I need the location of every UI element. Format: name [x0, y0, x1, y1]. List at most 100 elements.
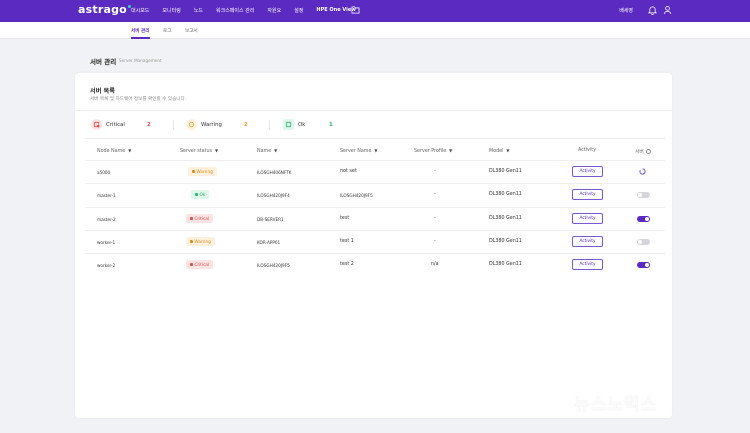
col-label: Node Name	[97, 149, 126, 154]
menu-item-node[interactable]: 노드	[194, 7, 203, 14]
col-label: Server Profile	[414, 149, 447, 154]
status-dot	[190, 263, 193, 266]
cell-server-name: ILOSGH420J9F5	[340, 193, 373, 198]
toggle-knob	[638, 193, 642, 197]
server-list-card: 서버 목록 서버 목록 및 하드웨어 정보를 확인할 수 있습니다. Criti…	[75, 73, 672, 418]
tab-server-management[interactable]: 서버 관리	[131, 28, 150, 34]
col-server-profile[interactable]: Server Profile ▼	[414, 148, 452, 154]
astrago-logo[interactable]: astrago	[78, 3, 131, 16]
cell-server-profile: -	[434, 169, 436, 174]
page-subtitle: Server Management	[119, 58, 162, 63]
loading-spinner-icon	[639, 168, 646, 175]
cell-node-name: worker-2	[97, 263, 116, 268]
info-icon[interactable]	[645, 149, 651, 154]
table-row: master-2 Critical DB-SERVER1 test - DL38…	[85, 207, 665, 230]
external-link-icon[interactable]	[351, 6, 360, 14]
tab-report[interactable]: 보고서	[185, 28, 198, 34]
cell-name: KOR-APP01	[257, 240, 281, 245]
table-header: Node Name ▼ Server status ▼ Name ▼ Server N…	[85, 143, 665, 159]
cell-server-name: test	[340, 216, 350, 221]
status-badge: Critical	[186, 214, 214, 223]
summary-warning-label: Warring	[201, 122, 222, 128]
cell-node-name: master-1	[97, 193, 116, 198]
col-server-name[interactable]: Server Name ▼	[340, 148, 378, 154]
activity-button[interactable]: Activity	[572, 189, 603, 200]
bell-icon[interactable]	[648, 5, 657, 15]
activity-button[interactable]: Activity	[572, 236, 603, 247]
col-label: Server Name	[340, 149, 372, 154]
summary-divider	[269, 120, 270, 130]
summary-ok-label: Ok	[298, 122, 306, 128]
menu-item-workspace[interactable]: 워크스페이스 관리	[216, 7, 254, 14]
cell-server-name: test 2	[340, 262, 354, 267]
col-name[interactable]: Name ▼	[257, 148, 277, 154]
status-dot	[192, 170, 195, 173]
toggle-knob	[638, 240, 642, 244]
cell-node-name: master-2	[97, 217, 116, 222]
summary-ok-count: 1	[329, 122, 333, 128]
status-text: Ok	[199, 192, 206, 197]
activity-button[interactable]: Activity	[572, 166, 603, 177]
main-menu: 대시보드 모니터링 노드 워크스페이스 관리 자원요 설정 HPE One Vi…	[131, 7, 369, 14]
status-badge: Warring	[186, 237, 215, 246]
status-dot	[190, 217, 193, 220]
menu-item-monitoring[interactable]: 모니터링	[162, 7, 180, 14]
menu-item-resource[interactable]: 자원요	[267, 7, 281, 14]
sort-arrow-icon[interactable]: ▼	[128, 148, 131, 153]
menu-item-dashboard[interactable]: 대시보드	[131, 7, 149, 14]
cell-model: DL380 Gen11	[489, 169, 522, 174]
sort-arrow-icon[interactable]: ▼	[449, 148, 452, 153]
cell-server-profile: n/a	[431, 262, 439, 267]
col-activity: Activity	[578, 148, 596, 153]
power-toggle[interactable]	[637, 216, 650, 222]
col-power: 서버	[635, 148, 651, 155]
page-title: 서버 관리	[90, 58, 117, 66]
sort-arrow-icon[interactable]: ▼	[506, 148, 509, 153]
tab-log[interactable]: 로그	[163, 28, 171, 34]
power-toggle[interactable]	[637, 262, 650, 268]
cell-model: DL380 Gen11	[489, 262, 522, 267]
cell-name: ILOSGH420J9F4	[257, 193, 290, 198]
table-row: master-1 Ok ILOSGH420J9F4 ILOSGH420J9F5 …	[85, 183, 665, 206]
user-name[interactable]: 배세영	[619, 7, 633, 14]
sub-navbar: 서버 관리 로그 보고서	[0, 22, 750, 39]
status-summary: Critical 2 Warring 2 Ok 1	[89, 119, 669, 131]
cell-node-name: worker-1	[97, 240, 116, 245]
active-tab-indicator	[131, 37, 150, 39]
critical-icon	[91, 119, 102, 130]
sort-arrow-icon[interactable]: ▼	[374, 148, 377, 153]
col-label: Server status	[180, 149, 212, 154]
status-badge: Ok	[191, 190, 210, 199]
power-toggle[interactable]	[637, 192, 650, 198]
cell-server-name: not set	[340, 169, 357, 174]
table-row: worker-2 Critical ILOSGH420J9F5 test 2 n…	[85, 253, 665, 276]
status-dot	[195, 193, 198, 196]
card-title: 서버 목록	[90, 88, 115, 95]
activity-button[interactable]: Activity	[572, 259, 603, 270]
user-icon[interactable]	[663, 5, 672, 15]
cell-server-name: test 1	[340, 239, 354, 244]
card-description: 서버 목록 및 하드웨어 정보를 확인할 수 있습니다.	[90, 97, 187, 102]
sort-arrow-icon[interactable]: ▼	[215, 148, 218, 153]
sort-arrow-icon[interactable]: ▼	[274, 148, 277, 153]
watermark: 뉴스노믹스	[574, 395, 658, 415]
activity-button[interactable]: Activity	[572, 213, 603, 224]
status-text: Critical	[194, 216, 210, 221]
power-toggle[interactable]	[637, 239, 650, 245]
col-server-status[interactable]: Server status ▼	[180, 148, 218, 154]
logo-text: astrago	[78, 3, 127, 16]
col-model[interactable]: Model ▼	[489, 148, 509, 154]
menu-item-settings[interactable]: 설정	[294, 7, 303, 14]
divider	[85, 138, 665, 139]
toggle-knob	[645, 263, 649, 267]
col-node-name[interactable]: Node Name ▼	[97, 148, 131, 154]
summary-critical-label: Critical	[106, 122, 125, 128]
divider	[75, 110, 672, 111]
toggle-knob	[645, 217, 649, 221]
menu-item-hpe-one-view[interactable]: HPE One View	[316, 7, 355, 14]
status-badge: Critical	[186, 260, 214, 269]
cell-model: DL380 Gen11	[489, 192, 522, 197]
cell-server-profile: -	[434, 192, 436, 197]
summary-warning-count: 2	[244, 122, 248, 128]
cell-node-name: a5000	[97, 170, 111, 175]
